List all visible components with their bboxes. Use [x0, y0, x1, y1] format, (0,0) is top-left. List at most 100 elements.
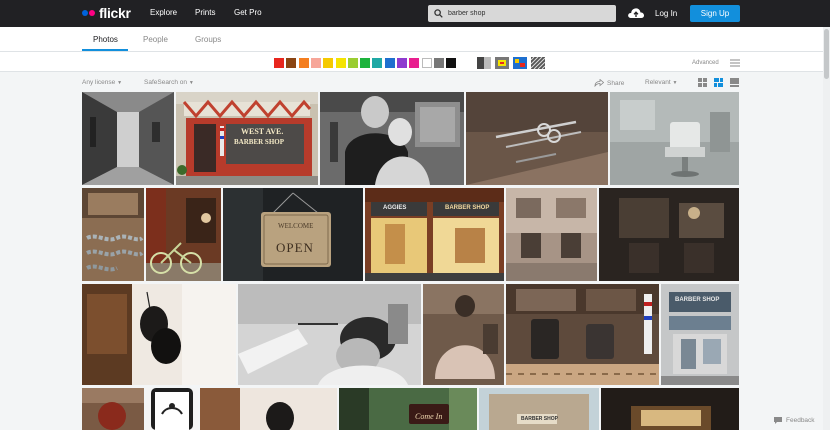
photo-scissors-image	[466, 92, 608, 185]
color-swatch[interactable]	[347, 58, 358, 68]
license-filter-label: Any license	[82, 79, 116, 86]
photo-tile-chains[interactable]	[82, 188, 144, 281]
scrollbar-thumb[interactable]	[824, 29, 829, 79]
safesearch-filter-label: SafeSearch on	[144, 79, 188, 86]
search-input[interactable]	[448, 7, 608, 20]
color-swatch[interactable]	[310, 58, 321, 68]
photo-tile-shop-interior[interactable]	[506, 188, 597, 281]
color-swatch[interactable]	[335, 58, 346, 68]
sort-dropdown[interactable]: Relevant ▼	[645, 79, 677, 86]
photo-tile-dark-interior[interactable]	[599, 188, 739, 281]
search-icon[interactable]	[434, 9, 443, 18]
tab-photos[interactable]: Photos	[93, 35, 118, 44]
color-swatch[interactable]	[286, 58, 297, 68]
photo-tile-come-in[interactable]: Come In	[339, 388, 477, 430]
photo-boxing-gloves-image	[82, 284, 236, 385]
feedback-speech-icon	[774, 417, 782, 424]
upload-cloud-icon[interactable]	[627, 6, 645, 20]
photo-tile-boxing-gloves[interactable]	[82, 284, 236, 385]
color-swatch[interactable]	[397, 58, 407, 68]
color-swatch[interactable]	[323, 58, 334, 68]
active-tab-indicator	[82, 49, 128, 51]
color-swatch[interactable]	[446, 58, 457, 68]
photo-bicycle-image	[146, 188, 221, 281]
sign-open: OPEN	[276, 240, 314, 255]
photo-tile-barber-shop-booth[interactable]: BARBER SHOP	[661, 284, 739, 385]
photo-tile-alley[interactable]	[82, 92, 174, 185]
photo-tile-barber-cutting[interactable]	[238, 284, 421, 385]
sign-aggies: AGGIES	[383, 205, 407, 211]
share-arrow-icon	[594, 79, 604, 87]
photo-storefront-image	[365, 188, 504, 281]
share-button[interactable]: Share	[594, 79, 624, 87]
photo-shop-interior-image	[506, 188, 597, 281]
color-swatch[interactable]	[274, 58, 284, 68]
photo-tile-red-chair[interactable]	[82, 388, 144, 430]
photo-tile-boy-haircut[interactable]	[320, 92, 464, 185]
login-link[interactable]: Log In	[655, 9, 677, 18]
sign-barber-shop: BARBER SHOP	[234, 138, 284, 146]
feedback-button[interactable]: Feedback	[773, 416, 815, 425]
photo-phone-image	[146, 388, 198, 430]
photo-storefront-row4-image	[479, 388, 599, 430]
photo-tile-dark-shop-row4[interactable]	[601, 388, 739, 430]
photo-open-sign-image	[223, 188, 363, 281]
photo-tile-storefront-row4[interactable]: BARBER SHOP	[479, 388, 599, 430]
minimalist-filter-icon[interactable]	[513, 57, 527, 69]
color-swatch[interactable]	[360, 58, 371, 68]
tab-people[interactable]: People	[143, 35, 168, 44]
photo-tile-gloves-row4[interactable]	[200, 388, 337, 430]
color-swatch[interactable]	[421, 58, 432, 68]
photo-gloves-row4-image	[200, 388, 337, 430]
photo-tile-aggies-storefront[interactable]: AGGIES BARBER SHOP	[365, 188, 504, 281]
page-scrollbar[interactable]	[823, 27, 830, 430]
black-white-filter-icon[interactable]	[477, 57, 491, 69]
justified-view-icon[interactable]	[714, 78, 723, 87]
nav-explore-link[interactable]: Explore	[150, 8, 177, 17]
advanced-search-link[interactable]: Advanced	[692, 60, 719, 66]
color-swatch[interactable]	[433, 58, 444, 68]
photo-tile-west-ave-shop[interactable]: WEST AVE. BARBER SHOP	[176, 92, 318, 185]
color-swatch[interactable]	[372, 58, 383, 68]
photo-tile-shop-chairs[interactable]	[506, 284, 659, 385]
chevron-down-icon: ▼	[117, 80, 123, 86]
sign-welcome: WELCOME	[278, 222, 314, 230]
chevron-down-icon: ▼	[188, 80, 194, 86]
sign-west-ave: WEST AVE.	[241, 127, 284, 136]
search-tabs: Photos People Groups	[0, 27, 830, 52]
license-filter-dropdown[interactable]: Any license ▼	[82, 79, 122, 86]
photo-barber-chair-image	[610, 92, 739, 185]
sign-storefront-row4: BARBER SHOP	[521, 416, 558, 422]
list-view-icon[interactable]	[730, 78, 739, 87]
share-label: Share	[607, 79, 625, 87]
photo-red-chair-image	[82, 388, 144, 430]
photo-barber-cape-image	[423, 284, 504, 385]
photo-tile-barber-cape[interactable]	[423, 284, 504, 385]
color-swatch[interactable]	[298, 58, 309, 68]
tab-groups[interactable]: Groups	[195, 35, 221, 44]
search-box[interactable]	[428, 5, 616, 22]
photo-tile-scissors-tools[interactable]	[466, 92, 608, 185]
shallow-depth-filter-icon[interactable]	[495, 57, 509, 69]
sort-label: Relevant	[645, 79, 671, 86]
nav-get-pro-link[interactable]: Get Pro	[234, 8, 262, 17]
sign-storefront-barber: BARBER SHOP	[445, 205, 490, 211]
photo-dark-shop-row4-image	[601, 388, 739, 430]
logo-pink-dot	[89, 10, 95, 16]
photo-tile-bicycle[interactable]	[146, 188, 221, 281]
signup-button[interactable]: Sign Up	[690, 5, 740, 22]
nav-prints-link[interactable]: Prints	[195, 8, 215, 17]
photo-boy-haircut-image	[320, 92, 464, 185]
logo-text: flickr	[99, 5, 131, 21]
patterns-filter-icon[interactable]	[531, 57, 545, 69]
color-swatch[interactable]	[409, 58, 420, 68]
photo-tile-phone-logo[interactable]	[146, 388, 198, 430]
color-swatch[interactable]	[384, 58, 395, 68]
safesearch-filter-dropdown[interactable]: SafeSearch on ▼	[144, 79, 194, 86]
photo-tile-barber-chair[interactable]	[610, 92, 739, 185]
photo-tile-open-sign[interactable]: WELCOME OPEN	[223, 188, 363, 281]
grid-view-icon[interactable]	[698, 78, 707, 87]
color-filter-bar: Advanced	[0, 52, 830, 72]
menu-icon[interactable]	[730, 59, 740, 67]
flickr-logo[interactable]: flickr	[82, 5, 131, 21]
